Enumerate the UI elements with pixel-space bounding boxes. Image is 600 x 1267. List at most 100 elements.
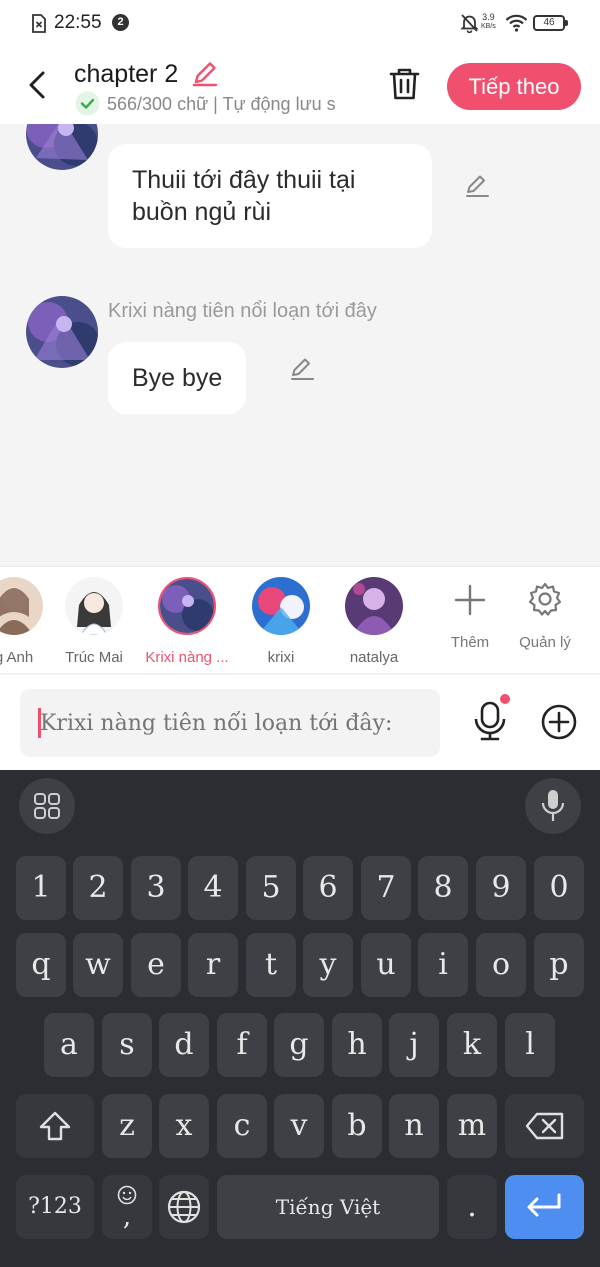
character-name: natalya (349, 649, 399, 666)
message-input-row (0, 675, 600, 770)
key-9[interactable]: 9 (476, 856, 526, 920)
key-backspace[interactable] (505, 1094, 584, 1158)
key-b[interactable]: b (332, 1094, 382, 1158)
message-text: Thuii tới đây thuii tại buồn ngủ rùi (132, 166, 356, 226)
key-2[interactable]: 2 (73, 856, 123, 920)
battery-indicator: 46 (533, 15, 568, 31)
key-symbols[interactable]: ?123 (16, 1175, 94, 1239)
key-f[interactable]: f (217, 1013, 267, 1077)
avatar (345, 577, 403, 635)
edit-message-pencil-icon[interactable] (464, 172, 490, 198)
clock: 22:55 (54, 12, 102, 33)
key-v[interactable]: v (274, 1094, 324, 1158)
add-character-plus-icon[interactable] (454, 584, 486, 616)
character-item[interactable]: krixi (236, 577, 326, 666)
editor-header: chapter 2 566/300 chữ | Tự động lưu s Ti… (0, 46, 600, 124)
keyboard-menu-button[interactable] (19, 778, 75, 834)
message-bubble[interactable]: Thuii tới đây thuii tại buồn ngủ rùi (108, 144, 432, 248)
keyboard-mic-icon (541, 790, 565, 821)
key-n[interactable]: n (389, 1094, 439, 1158)
key-4[interactable]: 4 (188, 856, 238, 920)
avatar (0, 577, 43, 635)
on-screen-keyboard: 1 2 3 4 5 6 7 8 9 0 q w e r t y u i o p … (0, 770, 600, 1267)
key-3[interactable]: 3 (131, 856, 181, 920)
network-speed-value: 3.9 (482, 12, 495, 22)
key-i[interactable]: i (418, 933, 468, 997)
add-plus-circle-icon[interactable] (540, 703, 578, 741)
character-avatar-image (65, 577, 123, 635)
key-d[interactable]: d (159, 1013, 209, 1077)
word-count-autosave-status: 566/300 chữ | Tự động lưu s (107, 94, 336, 114)
key-u[interactable]: u (361, 933, 411, 997)
character-item[interactable]: natalya (329, 577, 419, 666)
key-l[interactable]: l (505, 1013, 555, 1077)
avatar[interactable] (26, 124, 98, 170)
key-o[interactable]: o (476, 933, 526, 997)
character-item-active[interactable]: Krixi nàng ... (142, 577, 232, 666)
trash-icon[interactable] (389, 67, 420, 101)
key-7[interactable]: 7 (361, 856, 411, 920)
key-shift[interactable] (16, 1094, 94, 1158)
character-name: krixi (267, 649, 295, 666)
key-e[interactable]: e (131, 933, 181, 997)
key-period[interactable]: . (447, 1175, 497, 1239)
key-8[interactable]: 8 (418, 856, 468, 920)
chapter-title: chapter 2 (74, 60, 179, 88)
key-p[interactable]: p (534, 933, 584, 997)
text-cursor (38, 708, 41, 738)
key-y[interactable]: y (303, 933, 353, 997)
key-q[interactable]: q (16, 933, 66, 997)
key-5[interactable]: 5 (246, 856, 296, 920)
character-avatar-image (252, 577, 310, 635)
key-language[interactable] (159, 1175, 209, 1239)
manage-gear-icon[interactable] (527, 581, 563, 617)
key-z[interactable]: z (102, 1094, 152, 1158)
key-a[interactable]: a (44, 1013, 94, 1077)
message-text: Bye bye (132, 364, 223, 392)
key-t[interactable]: t (246, 933, 296, 997)
grid-menu-icon (34, 793, 60, 819)
key-1[interactable]: 1 (16, 856, 66, 920)
key-c[interactable]: c (217, 1094, 267, 1158)
mute-bell-icon (460, 14, 479, 33)
network-speed: 3.9 KB/s (481, 12, 496, 32)
enter-arrow-icon (527, 1193, 561, 1217)
key-g[interactable]: g (274, 1013, 324, 1077)
edit-message-pencil-icon[interactable] (289, 355, 315, 381)
key-s[interactable]: s (102, 1013, 152, 1077)
message-bubble[interactable]: Bye bye (108, 342, 247, 414)
key-m[interactable]: m (447, 1094, 497, 1158)
key-r[interactable]: r (188, 933, 238, 997)
message-input[interactable] (20, 689, 440, 757)
voice-input-mic-icon[interactable] (472, 699, 508, 743)
key-space[interactable]: Tiếng Việt (217, 1175, 439, 1239)
key-6[interactable]: 6 (303, 856, 353, 920)
mic-notification-dot (500, 694, 510, 704)
character-avatar-image (160, 579, 214, 633)
back-arrow-icon[interactable] (26, 70, 48, 100)
network-speed-unit: KB/s (481, 23, 496, 30)
next-button[interactable]: Tiếp theo (447, 63, 581, 110)
avatar (158, 577, 216, 635)
key-comma-emoji[interactable]: , (102, 1175, 152, 1239)
character-name: Trúc Mai (65, 649, 123, 666)
chat-area[interactable]: Thuii tới đây thuii tại buồn ngủ rùi Kri… (0, 124, 600, 566)
edit-title-pencil-icon[interactable] (191, 59, 219, 87)
key-enter[interactable] (505, 1175, 584, 1239)
wifi-icon (505, 14, 528, 32)
avatar[interactable] (26, 296, 98, 368)
key-x[interactable]: x (159, 1094, 209, 1158)
key-w[interactable]: w (73, 933, 123, 997)
message-sender-name: Krixi nàng tiên nổi loạn tới đây (108, 300, 377, 322)
globe-icon (167, 1190, 201, 1224)
comma-label: , (122, 1202, 132, 1232)
manage-characters-label[interactable]: Quản lý (505, 634, 585, 651)
character-item[interactable]: Trúc Mai (49, 577, 139, 666)
key-h[interactable]: h (332, 1013, 382, 1077)
key-0[interactable]: 0 (534, 856, 584, 920)
keyboard-voice-button[interactable] (525, 778, 581, 834)
add-character-label[interactable]: Thêm (430, 634, 510, 651)
key-j[interactable]: j (389, 1013, 439, 1077)
key-k[interactable]: k (447, 1013, 497, 1077)
character-avatar-image (345, 577, 403, 635)
